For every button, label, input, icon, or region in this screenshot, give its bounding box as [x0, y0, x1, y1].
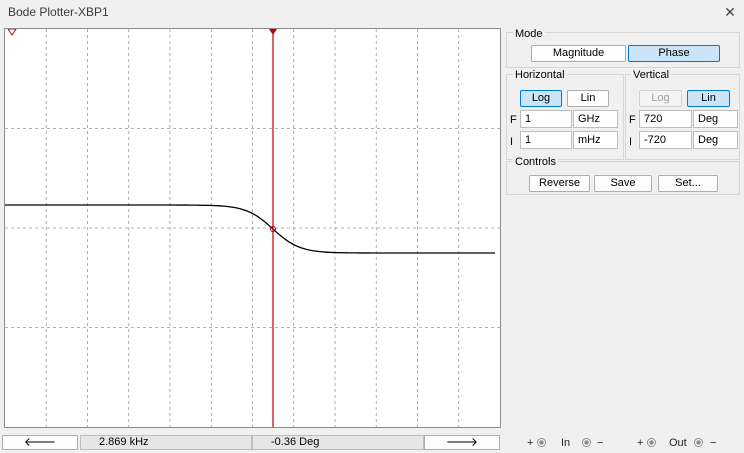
right-arrow-icon: 🡒 [445, 435, 479, 449]
bottom-bar: 🡐 2.869 kHz -0.36 Deg 🡒 + In − + Out − [0, 435, 744, 453]
in-minus-label: − [597, 437, 604, 449]
in-plus-label: + [527, 437, 534, 449]
save-button[interactable]: Save [594, 175, 652, 192]
mode-label: Mode [513, 28, 545, 40]
title-bar: Bode Plotter-XBP1 ✕ [0, 0, 744, 24]
in-minus-terminal[interactable] [582, 436, 591, 450]
horizontal-initial-value[interactable]: 1 [520, 131, 572, 149]
value-readout: -0.36 Deg [252, 435, 424, 450]
terminal-icon [537, 438, 546, 447]
vertical-initial-unit[interactable]: Deg [693, 131, 738, 149]
vertical-final-letter: F [629, 114, 636, 126]
horizontal-log-button[interactable]: Log [520, 90, 562, 107]
left-arrow-button[interactable]: 🡐 [2, 435, 78, 450]
right-arrow-button[interactable]: 🡒 [424, 435, 500, 450]
frequency-readout: 2.869 kHz [80, 435, 252, 450]
phase-curve [5, 204, 495, 254]
cursor-handle[interactable] [269, 29, 277, 35]
in-plus-terminal[interactable] [537, 436, 546, 450]
vertical-final-value[interactable]: 720 [639, 110, 692, 128]
plot-area[interactable] [4, 28, 501, 428]
out-minus-terminal[interactable] [694, 436, 703, 450]
in-label: In [561, 437, 571, 449]
plot-grid [5, 29, 500, 427]
control-panel: Mode Magnitude Phase Horizontal Log Lin … [506, 28, 740, 195]
vertical-label: Vertical [631, 69, 672, 81]
vertical-final-unit[interactable]: Deg [693, 110, 738, 128]
phase-button[interactable]: Phase [628, 45, 720, 62]
horizontal-initial-unit[interactable]: mHz [573, 131, 618, 149]
horizontal-final-value[interactable]: 1 [520, 110, 572, 128]
horizontal-label: Horizontal [513, 69, 567, 81]
horizontal-final-letter: F [510, 114, 517, 126]
out-plus-terminal[interactable] [647, 436, 656, 450]
out-label: Out [669, 437, 687, 449]
magnitude-button[interactable]: Magnitude [531, 45, 626, 62]
vertical-log-button[interactable]: Log [639, 90, 682, 107]
horizontal-final-unit[interactable]: GHz [573, 110, 618, 128]
horizontal-initial-letter: I [510, 136, 514, 148]
vertical-initial-value[interactable]: -720 [639, 131, 692, 149]
terminal-icon [647, 438, 656, 447]
left-arrow-icon: 🡐 [23, 435, 57, 449]
left-cursor-handle[interactable] [7, 29, 17, 36]
terminal-icon [582, 438, 591, 447]
controls-label: Controls [513, 156, 558, 168]
out-minus-label: − [710, 437, 717, 449]
horizontal-lin-button[interactable]: Lin [567, 90, 609, 107]
vertical-initial-letter: I [629, 136, 633, 148]
vertical-lin-button[interactable]: Lin [687, 90, 730, 107]
terminal-icon [694, 438, 703, 447]
bode-plotter-window: Bode Plotter-XBP1 ✕ Mode Magnitude Phase… [0, 0, 744, 453]
plot-canvas [5, 29, 500, 427]
close-icon[interactable]: ✕ [720, 2, 740, 22]
reverse-button[interactable]: Reverse [529, 175, 590, 192]
set-button[interactable]: Set... [658, 175, 718, 192]
out-plus-label: + [637, 437, 644, 449]
window-title: Bode Plotter-XBP1 [8, 5, 109, 19]
